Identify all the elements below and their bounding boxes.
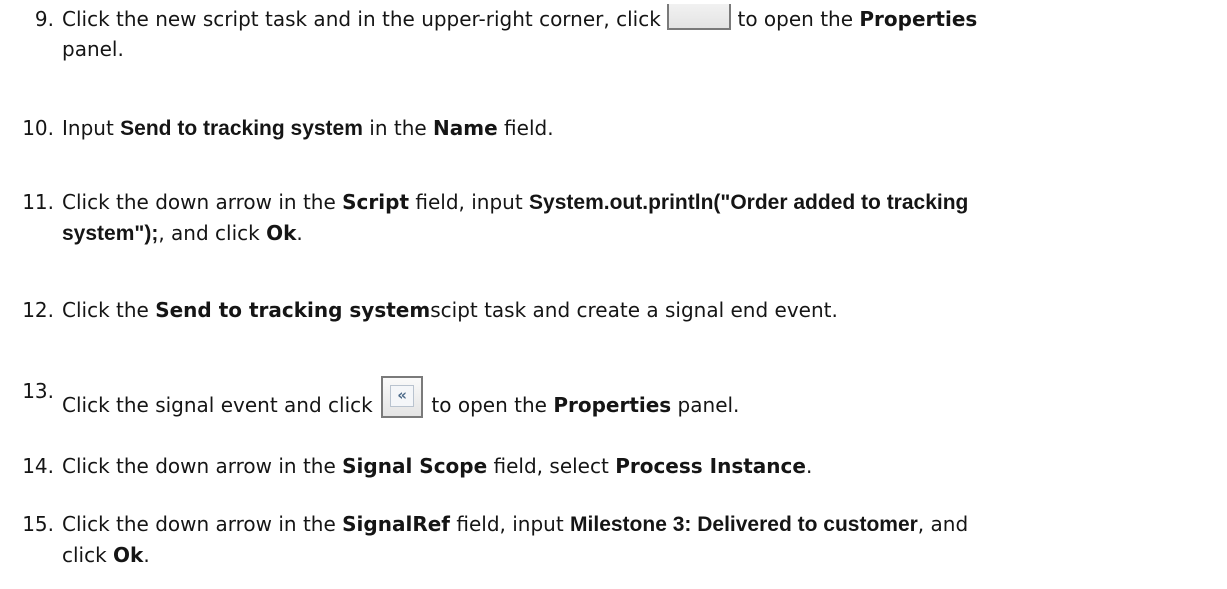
text-run: field, input xyxy=(409,190,530,214)
step-number: 11. xyxy=(22,190,54,214)
step-number: 13. xyxy=(22,379,54,403)
step-text: Click the down arrow in the Signal Scope… xyxy=(62,451,1193,481)
text-run: Click the new script task and in the upp… xyxy=(62,7,668,31)
step-number: 14. xyxy=(22,454,54,478)
literal-value: system"); xyxy=(62,222,159,245)
ui-label: Script xyxy=(342,190,410,214)
step-text: Click the signal event and click « to op… xyxy=(62,376,1193,420)
ui-label: SignalRef xyxy=(342,512,450,536)
text-run: . xyxy=(296,221,303,245)
collapse-panel-button[interactable]: « xyxy=(381,376,424,418)
step-text: Click the Send to tracking systemscipt t… xyxy=(62,295,1193,325)
step-text: Input Send to tracking system in the Nam… xyxy=(62,113,1193,144)
step-number: 15. xyxy=(22,512,54,536)
text-run: click xyxy=(62,543,114,567)
step-text: Click the down arrow in the SignalRef fi… xyxy=(62,509,1193,570)
text-run: to open the xyxy=(425,393,554,417)
text-run: field. xyxy=(497,116,554,140)
text-run: Click the down arrow in the xyxy=(62,190,343,214)
ui-label: Name xyxy=(433,116,498,140)
text-run: , and xyxy=(917,512,969,536)
step-number: 10. xyxy=(22,116,54,140)
ui-label: Properties xyxy=(859,7,978,31)
step-number: 12. xyxy=(22,298,54,322)
text-run: Click the down arrow in the xyxy=(62,454,343,478)
literal-value: System.out.println("Order added to track… xyxy=(529,191,969,214)
ui-label: Ok xyxy=(266,221,297,245)
text-run: field, select xyxy=(487,454,616,478)
text-run: panel. xyxy=(671,393,740,417)
text-run: . xyxy=(143,543,150,567)
step-number: 9. xyxy=(34,7,54,31)
text-run: Click the down arrow in the xyxy=(62,512,343,536)
ui-label: Process Instance xyxy=(615,454,806,478)
text-run: scipt task and create a signal end event… xyxy=(430,298,838,322)
text-run: panel. xyxy=(62,37,124,61)
collapse-panel-button[interactable]: « xyxy=(667,4,732,30)
text-run: . xyxy=(805,454,813,478)
text-run: , and click xyxy=(158,221,267,245)
step-text: Click the new script task and in the upp… xyxy=(62,4,1193,64)
literal-value: Milestone 3: Delivered to customer xyxy=(570,513,918,536)
ui-label: Send to tracking system xyxy=(155,298,431,322)
double-chevron-left-icon: « xyxy=(390,385,415,407)
ui-label: Properties xyxy=(553,393,672,417)
text-run: Input xyxy=(62,116,121,140)
text-run: field, input xyxy=(450,512,571,536)
text-run: Click the signal event and click xyxy=(62,393,380,417)
text-run: in the xyxy=(362,116,434,140)
text-run: Click the xyxy=(62,298,156,322)
step-text: Click the down arrow in the Script field… xyxy=(62,187,1193,249)
literal-value: Send to tracking system xyxy=(120,117,363,140)
ui-label: Ok xyxy=(113,543,144,567)
ui-label: Signal Scope xyxy=(342,454,488,478)
text-run: to open the xyxy=(731,7,860,31)
